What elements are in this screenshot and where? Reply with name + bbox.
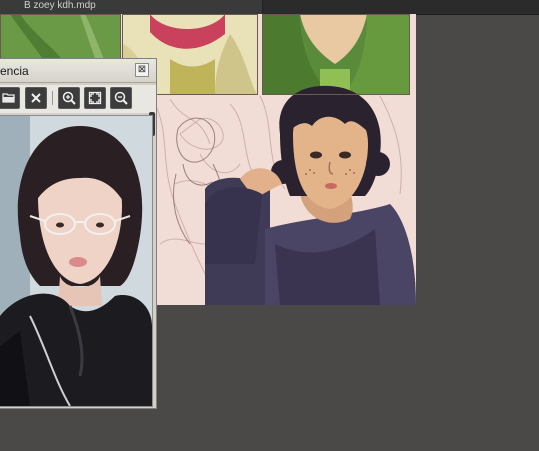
folder-open-icon[interactable] xyxy=(0,87,20,109)
document-tab-bar: B zoey kdh.mdp xyxy=(0,0,539,15)
reference-window-titlebar[interactable]: encia ⊠ xyxy=(0,59,156,83)
close-x-icon[interactable] xyxy=(25,87,47,109)
reference-window-title: encia xyxy=(0,64,29,78)
document-tab-title: B zoey kdh.mdp xyxy=(24,0,96,11)
zoom-out-icon[interactable] xyxy=(110,87,132,109)
close-window-button[interactable]: ⊠ xyxy=(135,63,149,77)
reference-toolbar xyxy=(0,85,156,136)
fit-window-icon[interactable] xyxy=(84,87,106,109)
document-tab[interactable]: B zoey kdh.mdp xyxy=(0,0,263,14)
reference-photo[interactable] xyxy=(0,115,153,407)
zoom-in-icon[interactable] xyxy=(58,87,80,109)
reference-image xyxy=(0,116,152,406)
toolbar-separator xyxy=(52,91,53,105)
reference-window[interactable]: encia ⊠ xyxy=(0,58,157,409)
